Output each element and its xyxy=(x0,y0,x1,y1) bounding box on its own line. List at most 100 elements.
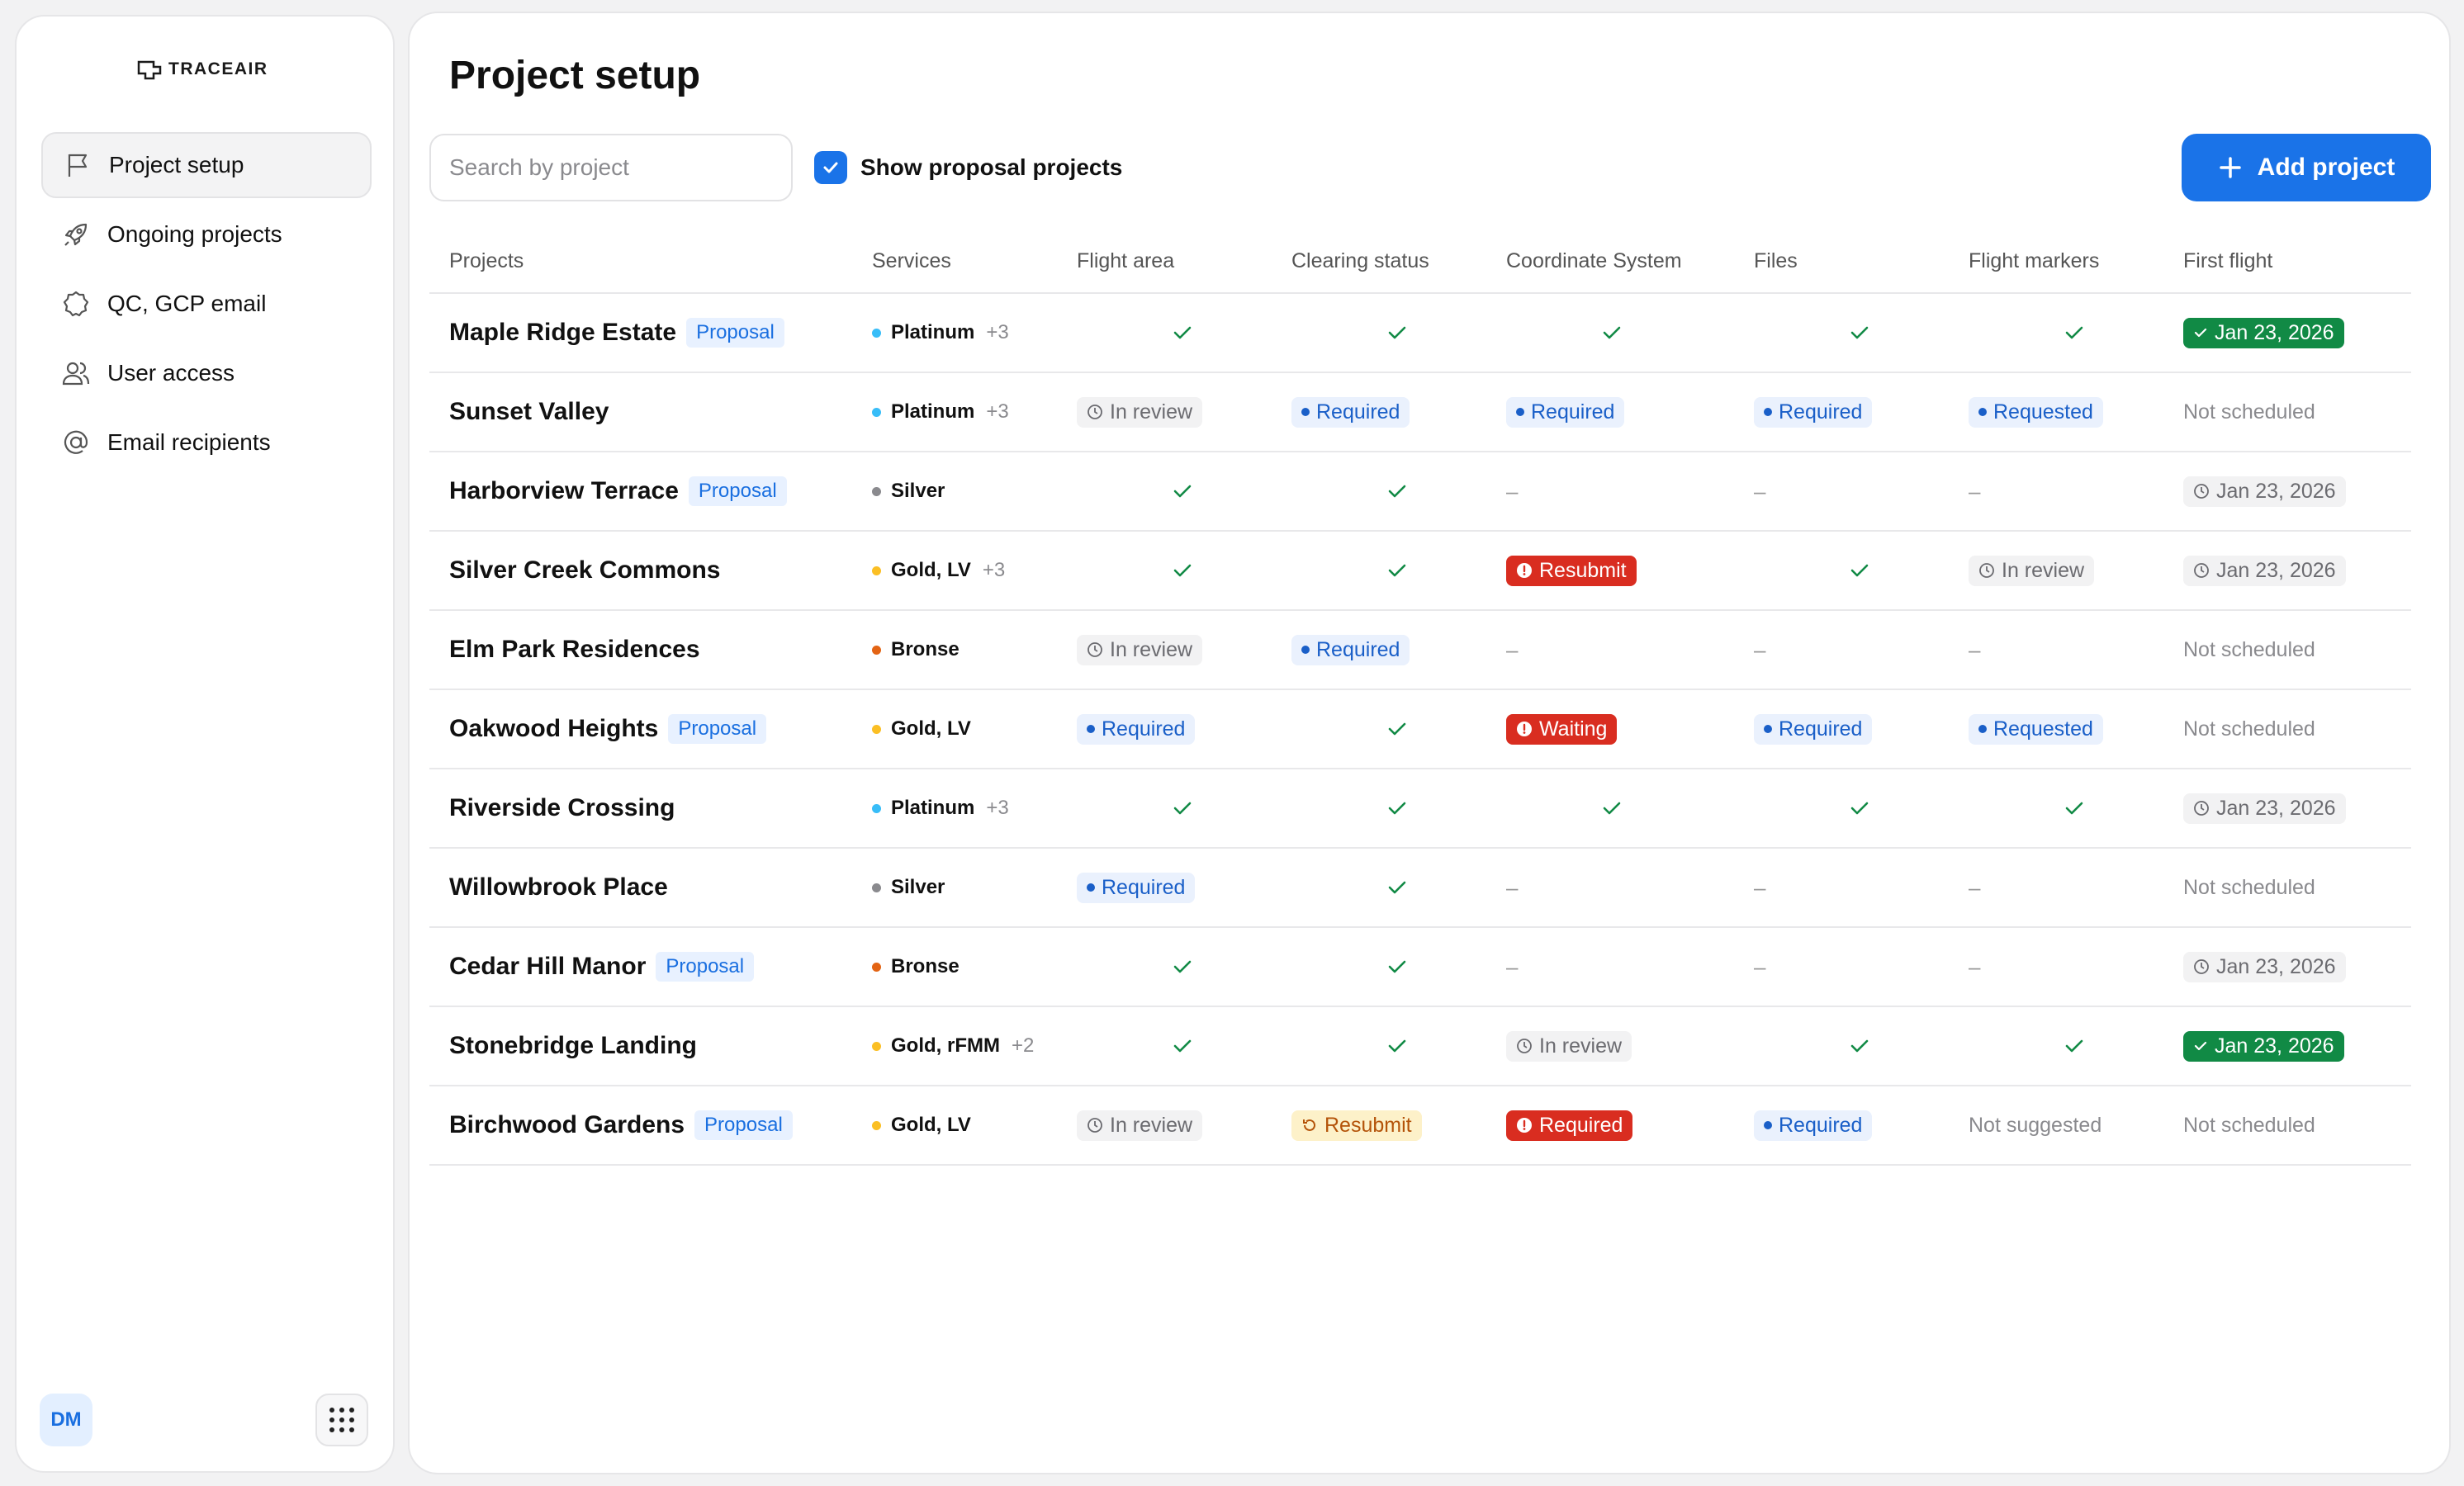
project-cell[interactable]: Silver Creek Commons xyxy=(429,556,872,584)
project-name[interactable]: Riverside Crossing xyxy=(449,794,675,822)
status-badge[interactable]: Required xyxy=(1077,713,1196,745)
services-more[interactable]: +3 xyxy=(986,321,1008,344)
table-row[interactable]: Oakwood Heights Proposal Gold, LV Required W… xyxy=(429,690,2411,769)
project-name[interactable]: Birchwood Gardens xyxy=(449,1111,685,1139)
project-cell[interactable]: Stonebridge Landing xyxy=(429,1032,872,1060)
table-row[interactable]: Sunset Valley Platinum +3 In review Required… xyxy=(429,373,2411,452)
table-row[interactable]: Cedar Hill Manor Proposal Bronse – – – Jan 23,… xyxy=(429,928,2411,1007)
files-cell xyxy=(1754,1033,1969,1059)
status-badge[interactable]: Required xyxy=(1754,713,1873,745)
flight-markers-cell: In review xyxy=(1969,555,2183,586)
status-badge[interactable]: Required xyxy=(1506,1110,1633,1141)
status-badge[interactable]: In review xyxy=(1969,555,2095,586)
project-name[interactable]: Maple Ridge Estate xyxy=(449,319,676,347)
status-dot xyxy=(1087,883,1095,892)
project-cell[interactable]: Elm Park Residences xyxy=(429,636,872,664)
table-row[interactable]: Harborview Terrace Proposal Silver – – – Jan 2… xyxy=(429,452,2411,532)
table-row[interactable]: Stonebridge Landing Gold, rFMM +2 In review… xyxy=(429,1007,2411,1086)
sidebar-item-ongoing-projects[interactable]: Ongoing projects xyxy=(41,201,372,267)
status-badge[interactable]: Requested xyxy=(1969,396,2103,428)
services-more[interactable]: +3 xyxy=(986,797,1008,820)
sidebar-item-user-access[interactable]: User access xyxy=(41,340,372,406)
column-header-flight-markers[interactable]: Flight markers xyxy=(1969,249,2183,273)
column-header-files[interactable]: Files xyxy=(1754,249,1969,273)
status-badge[interactable]: Required xyxy=(1754,1110,1873,1141)
status-text: Not scheduled xyxy=(2183,637,2315,661)
empty-dash: – xyxy=(1969,637,1981,662)
user-avatar[interactable]: DM xyxy=(40,1394,92,1446)
project-name[interactable]: Stonebridge Landing xyxy=(449,1032,697,1060)
status-badge[interactable]: In review xyxy=(1506,1030,1632,1062)
project-cell[interactable]: Birchwood Gardens Proposal xyxy=(429,1110,872,1140)
status-badge[interactable]: Required xyxy=(1291,396,1410,428)
column-header-projects[interactable]: Projects xyxy=(429,249,872,273)
status-badge[interactable]: Jan 23, 2026 xyxy=(2183,793,2346,824)
empty-dash: – xyxy=(1754,954,1766,979)
status-badge[interactable]: Jan 23, 2026 xyxy=(2183,476,2346,507)
project-cell[interactable]: Willowbrook Place xyxy=(429,873,872,902)
at-icon xyxy=(64,430,88,454)
service-name: Platinum xyxy=(891,400,975,423)
sidebar-item-project-setup[interactable]: Project setup xyxy=(41,132,372,198)
services-more[interactable]: +2 xyxy=(1012,1034,1034,1058)
proposal-checkbox[interactable] xyxy=(814,151,847,184)
project-cell[interactable]: Maple Ridge Estate Proposal xyxy=(429,318,872,348)
status-badge[interactable]: Required xyxy=(1506,396,1625,428)
project-name[interactable]: Silver Creek Commons xyxy=(449,556,720,584)
status-badge[interactable]: Jan 23, 2026 xyxy=(2183,1030,2344,1062)
clearing-status-cell xyxy=(1291,1033,1506,1059)
project-cell[interactable]: Cedar Hill Manor Proposal xyxy=(429,952,872,982)
project-name[interactable]: Sunset Valley xyxy=(449,398,609,426)
status-badge[interactable]: Resubmit xyxy=(1291,1110,1422,1141)
status-badge[interactable]: Required xyxy=(1754,396,1873,428)
status-dot xyxy=(1978,408,1987,416)
status-badge[interactable]: In review xyxy=(1077,396,1203,428)
project-cell[interactable]: Riverside Crossing xyxy=(429,794,872,822)
project-name[interactable]: Willowbrook Place xyxy=(449,873,668,902)
project-name[interactable]: Elm Park Residences xyxy=(449,636,700,664)
column-header-services[interactable]: Services xyxy=(872,249,1077,273)
app-logo[interactable]: TRACEAIR xyxy=(137,56,268,83)
status-badge[interactable]: Required xyxy=(1077,872,1196,903)
services-cell: Silver xyxy=(872,480,1077,503)
column-header-coordinate-system[interactable]: Coordinate System xyxy=(1506,249,1754,273)
table-row[interactable]: Elm Park Residences Bronse In review Requir… xyxy=(429,611,2411,690)
status-badge[interactable]: In review xyxy=(1077,634,1203,665)
sidebar-item-qc-gcp-email[interactable]: QC, GCP email xyxy=(41,271,372,337)
column-header-first-flight[interactable]: First flight xyxy=(2183,249,2411,273)
status-badge[interactable]: Required xyxy=(1291,634,1410,665)
status-badge[interactable]: Jan 23, 2026 xyxy=(2183,951,2346,982)
search-input[interactable] xyxy=(429,134,793,201)
table-row[interactable]: Riverside Crossing Platinum +3 Jan 23, 2026 xyxy=(429,769,2411,849)
sidebar-item-email-recipients[interactable]: Email recipients xyxy=(41,409,372,476)
table-row[interactable]: Birchwood Gardens Proposal Gold, LV In revi… xyxy=(429,1086,2411,1166)
coordinate-system-cell: Waiting xyxy=(1506,713,1754,745)
services-more[interactable]: +3 xyxy=(986,400,1008,424)
files-cell xyxy=(1754,795,1969,821)
show-proposal-toggle[interactable]: Show proposal projects xyxy=(814,150,1122,185)
status-badge[interactable]: Jan 23, 2026 xyxy=(2183,317,2344,348)
services-more[interactable]: +3 xyxy=(983,559,1005,582)
status-badge[interactable]: Resubmit xyxy=(1506,555,1637,586)
table-row[interactable]: Silver Creek Commons Gold, LV +3 Resubmit In… xyxy=(429,532,2411,611)
status-badge[interactable]: In review xyxy=(1077,1110,1203,1141)
column-header-clearing-status[interactable]: Clearing status xyxy=(1291,249,1506,273)
project-name[interactable]: Cedar Hill Manor xyxy=(449,953,646,981)
check-icon xyxy=(2194,328,2207,338)
table-row[interactable]: Willowbrook Place Silver Required – – – Not sc… xyxy=(429,849,2411,928)
project-cell[interactable]: Harborview Terrace Proposal xyxy=(429,476,872,506)
project-name[interactable]: Oakwood Heights xyxy=(449,715,658,743)
project-cell[interactable]: Sunset Valley xyxy=(429,398,872,426)
add-project-button[interactable]: Add project xyxy=(2182,134,2431,201)
status-badge[interactable]: Requested xyxy=(1969,713,2103,745)
column-header-flight-area[interactable]: Flight area xyxy=(1077,249,1291,273)
table-row[interactable]: Maple Ridge Estate Proposal Platinum +3 Jan … xyxy=(429,294,2411,373)
project-name[interactable]: Harborview Terrace xyxy=(449,477,679,505)
status-badge[interactable]: Waiting xyxy=(1506,713,1618,745)
flight-markers-cell xyxy=(1969,1033,2183,1059)
clearing-status-cell xyxy=(1291,478,1506,504)
status-badge[interactable]: Jan 23, 2026 xyxy=(2183,555,2346,586)
apps-menu-button[interactable] xyxy=(315,1394,368,1446)
check-icon xyxy=(1388,485,1406,498)
project-cell[interactable]: Oakwood Heights Proposal xyxy=(429,714,872,744)
